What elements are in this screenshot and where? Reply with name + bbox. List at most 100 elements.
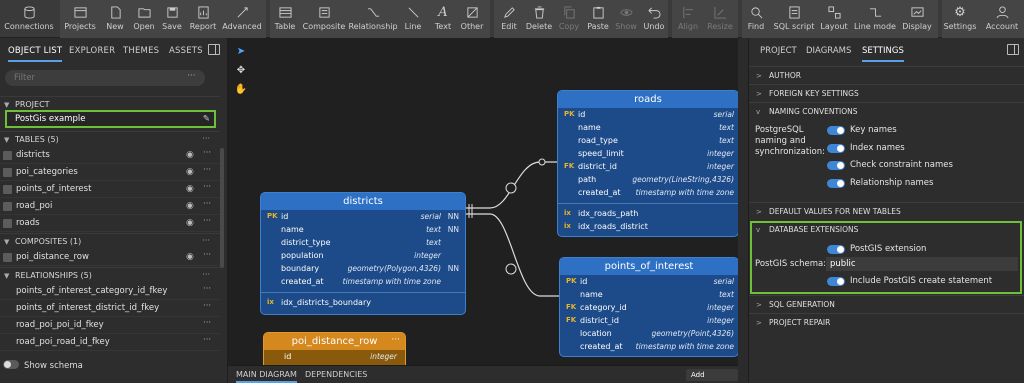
- check-constraint-names-toggle[interactable]: [827, 161, 845, 170]
- composite-checkbox[interactable]: [3, 253, 12, 262]
- table-column[interactable]: FK district_id integer: [558, 160, 738, 173]
- tab-diagrams[interactable]: DIAGRAMS: [806, 46, 851, 56]
- composite-button[interactable]: Composite: [302, 0, 346, 38]
- diagram-canvas[interactable]: ➤ ✥ ✋ roads PK id serial name text road_typ…: [228, 38, 738, 383]
- tab-dependencies[interactable]: DEPENDENCIES: [305, 370, 367, 379]
- relationships-section-header[interactable]: ▼ RELATIONSHIPS (5) ···: [0, 267, 220, 283]
- table-header[interactable]: districts: [261, 193, 465, 210]
- table-districts[interactable]: districts PK id serial NN name text NN distri…: [260, 192, 466, 315]
- more-icon[interactable]: ···: [203, 247, 211, 264]
- table-column[interactable]: FK category_id integer: [560, 301, 738, 314]
- delete-button[interactable]: Delete: [524, 0, 554, 38]
- table-column[interactable]: FK district_id integer: [560, 314, 738, 327]
- tab-themes[interactable]: THEMES: [123, 46, 159, 56]
- more-icon[interactable]: ···: [203, 281, 211, 298]
- index-names-toggle[interactable]: [827, 144, 845, 153]
- panel-toggle-icon[interactable]: [1007, 44, 1019, 55]
- table-checkbox[interactable]: [3, 151, 12, 160]
- eye-icon[interactable]: ◉: [186, 147, 194, 164]
- table-roads[interactable]: roads PK id serial name text road_type text …: [557, 90, 738, 237]
- tab-main-diagram[interactable]: MAIN DIAGRAM: [236, 370, 297, 383]
- table-column[interactable]: road_type text: [558, 134, 738, 147]
- filter-input[interactable]: [5, 70, 205, 86]
- undo-button[interactable]: Undo: [642, 0, 666, 38]
- panel-toggle-icon[interactable]: [208, 44, 220, 55]
- table-column[interactable]: population integer: [261, 249, 465, 262]
- table-column[interactable]: path geometry(LineString,4326): [558, 173, 738, 186]
- section-sql-generation[interactable]: > SQL GENERATION: [749, 295, 1024, 313]
- left-scrollbar[interactable]: [220, 148, 224, 268]
- table-index[interactable]: ix idx_districts_boundary: [261, 296, 465, 309]
- table-header[interactable]: poi_distance_row ···: [264, 333, 405, 350]
- key-names-toggle[interactable]: [827, 126, 845, 135]
- tab-project[interactable]: PROJECT: [760, 46, 797, 56]
- section-author[interactable]: > AUTHOR: [749, 66, 1024, 84]
- other-button[interactable]: Other: [458, 0, 486, 38]
- add-diagram-button[interactable]: Add diagram: [686, 369, 738, 381]
- table-column[interactable]: speed_limit integer: [558, 147, 738, 160]
- advanced-button[interactable]: Advanced: [222, 0, 262, 38]
- more-icon[interactable]: ···: [203, 298, 211, 315]
- eye-icon[interactable]: ◉: [186, 198, 194, 215]
- postgis-extension-toggle[interactable]: [827, 245, 845, 254]
- tables-section-header[interactable]: ▼ TABLES (5) ···: [0, 131, 220, 147]
- projects-button[interactable]: Projects: [62, 0, 98, 38]
- tab-object-list[interactable]: OBJECT LIST: [8, 46, 63, 62]
- account-button[interactable]: Account: [984, 0, 1020, 38]
- table-column[interactable]: name text: [560, 288, 738, 301]
- save-button[interactable]: Save: [160, 0, 184, 38]
- section-database-extensions[interactable]: v DATABASE EXTENSIONS: [752, 221, 1022, 239]
- list-item-table[interactable]: road_poi ◉ ···: [0, 198, 220, 215]
- table-column[interactable]: id integer: [264, 350, 405, 363]
- list-item-table[interactable]: points_of_interest ◉ ···: [0, 181, 220, 198]
- list-item-composite[interactable]: poi_distance_row ◉ ···: [0, 249, 220, 266]
- table-checkbox[interactable]: [3, 185, 12, 194]
- section-default-values[interactable]: > DEFAULT VALUES FOR NEW TABLES: [749, 202, 1024, 220]
- list-item-relationship[interactable]: road_poi_road_id_fkey ···: [0, 334, 220, 351]
- display-button[interactable]: Display: [900, 0, 934, 38]
- list-item-table[interactable]: roads ◉ ···: [0, 215, 220, 232]
- line-mode-button[interactable]: Line mode: [852, 0, 898, 38]
- table-points-of-interest[interactable]: points_of_interest PK id serial name text F…: [559, 257, 738, 357]
- table-column[interactable]: name text NN: [261, 223, 465, 236]
- list-item-relationship[interactable]: points_of_interest_category_id_fkey ···: [0, 283, 220, 300]
- table-index[interactable]: ix idx_roads_path: [558, 207, 738, 220]
- table-column[interactable]: created_at timestamp with time zone: [261, 275, 465, 288]
- line-button[interactable]: Line: [400, 0, 426, 38]
- table-column[interactable]: PK id serial: [558, 108, 738, 121]
- table-column[interactable]: PK id serial: [560, 275, 738, 288]
- table-checkbox[interactable]: [3, 168, 12, 177]
- table-column[interactable]: location geometry(Point,4326): [560, 327, 738, 340]
- pencil-icon[interactable]: ✎: [203, 112, 210, 126]
- more-icon[interactable]: ···: [203, 332, 211, 349]
- table-column[interactable]: name text: [558, 121, 738, 134]
- table-column[interactable]: created_at timestamp with time zone: [560, 340, 738, 353]
- tab-settings[interactable]: SETTINGS: [862, 46, 904, 62]
- align-button[interactable]: Align: [674, 0, 702, 38]
- find-button[interactable]: Find: [744, 0, 768, 38]
- section-naming-conventions[interactable]: v NAMING CONVENTIONS: [749, 102, 1024, 120]
- resize-button[interactable]: Resize: [704, 0, 736, 38]
- list-item-table[interactable]: poi_categories ◉ ···: [0, 164, 220, 181]
- eye-icon[interactable]: ◉: [186, 181, 194, 198]
- eye-icon[interactable]: ◉: [186, 164, 194, 181]
- more-icon[interactable]: ···: [203, 315, 211, 332]
- section-project-repair[interactable]: > PROJECT REPAIR: [749, 313, 1024, 331]
- text-button[interactable]: A Text: [430, 0, 456, 38]
- relationship-names-toggle[interactable]: [827, 179, 845, 188]
- open-button[interactable]: Open: [130, 0, 158, 38]
- table-header[interactable]: roads: [558, 91, 738, 108]
- edit-button[interactable]: Edit: [496, 0, 522, 38]
- more-icon[interactable]: ···: [203, 162, 211, 179]
- postgis-schema-input[interactable]: public: [826, 257, 1018, 271]
- table-checkbox[interactable]: [3, 219, 12, 228]
- tab-assets[interactable]: ASSETS: [169, 46, 203, 56]
- more-icon[interactable]: ···: [203, 145, 211, 162]
- table-button[interactable]: Table: [272, 0, 298, 38]
- table-index[interactable]: ix idx_roads_district: [558, 220, 738, 233]
- filter-more-icon[interactable]: ···: [187, 71, 196, 81]
- table-checkbox[interactable]: [3, 202, 12, 211]
- pointer-tool-icon[interactable]: ➤: [233, 43, 249, 59]
- list-item-table[interactable]: districts ◉ ···: [0, 147, 220, 164]
- show-button[interactable]: Show: [612, 0, 640, 38]
